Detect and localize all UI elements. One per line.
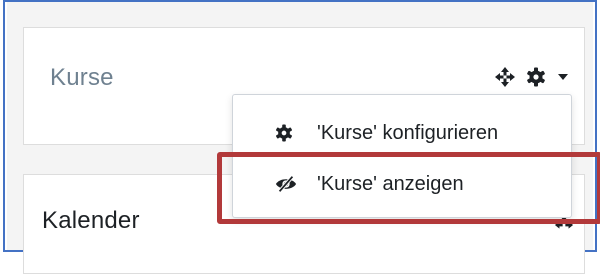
move-icon[interactable] — [554, 215, 574, 235]
block-actions-menu: 'Kurse' konfigurieren 'Kurse' anzeigen — [232, 94, 572, 218]
kalender-block-controls — [554, 215, 574, 235]
gear-icon[interactable] — [526, 67, 546, 87]
menu-item-show[interactable]: 'Kurse' anzeigen — [233, 164, 571, 204]
kurse-block-controls — [494, 66, 568, 88]
menu-item-show-label: 'Kurse' anzeigen — [317, 172, 464, 195]
eye-slash-icon — [275, 175, 297, 193]
screenshot-frame: Kurse Kalender 'Kurse' konfigurieren 'Ku… — [3, 0, 600, 274]
menu-item-configure[interactable]: 'Kurse' konfigurieren — [233, 113, 571, 153]
kurse-block-title: Kurse — [50, 64, 114, 91]
menu-item-configure-label: 'Kurse' konfigurieren — [317, 121, 499, 144]
kalender-block-title: Kalender — [42, 207, 140, 234]
gear-icon — [275, 124, 293, 142]
caret-down-icon[interactable] — [556, 74, 568, 80]
move-icon[interactable] — [494, 66, 516, 88]
